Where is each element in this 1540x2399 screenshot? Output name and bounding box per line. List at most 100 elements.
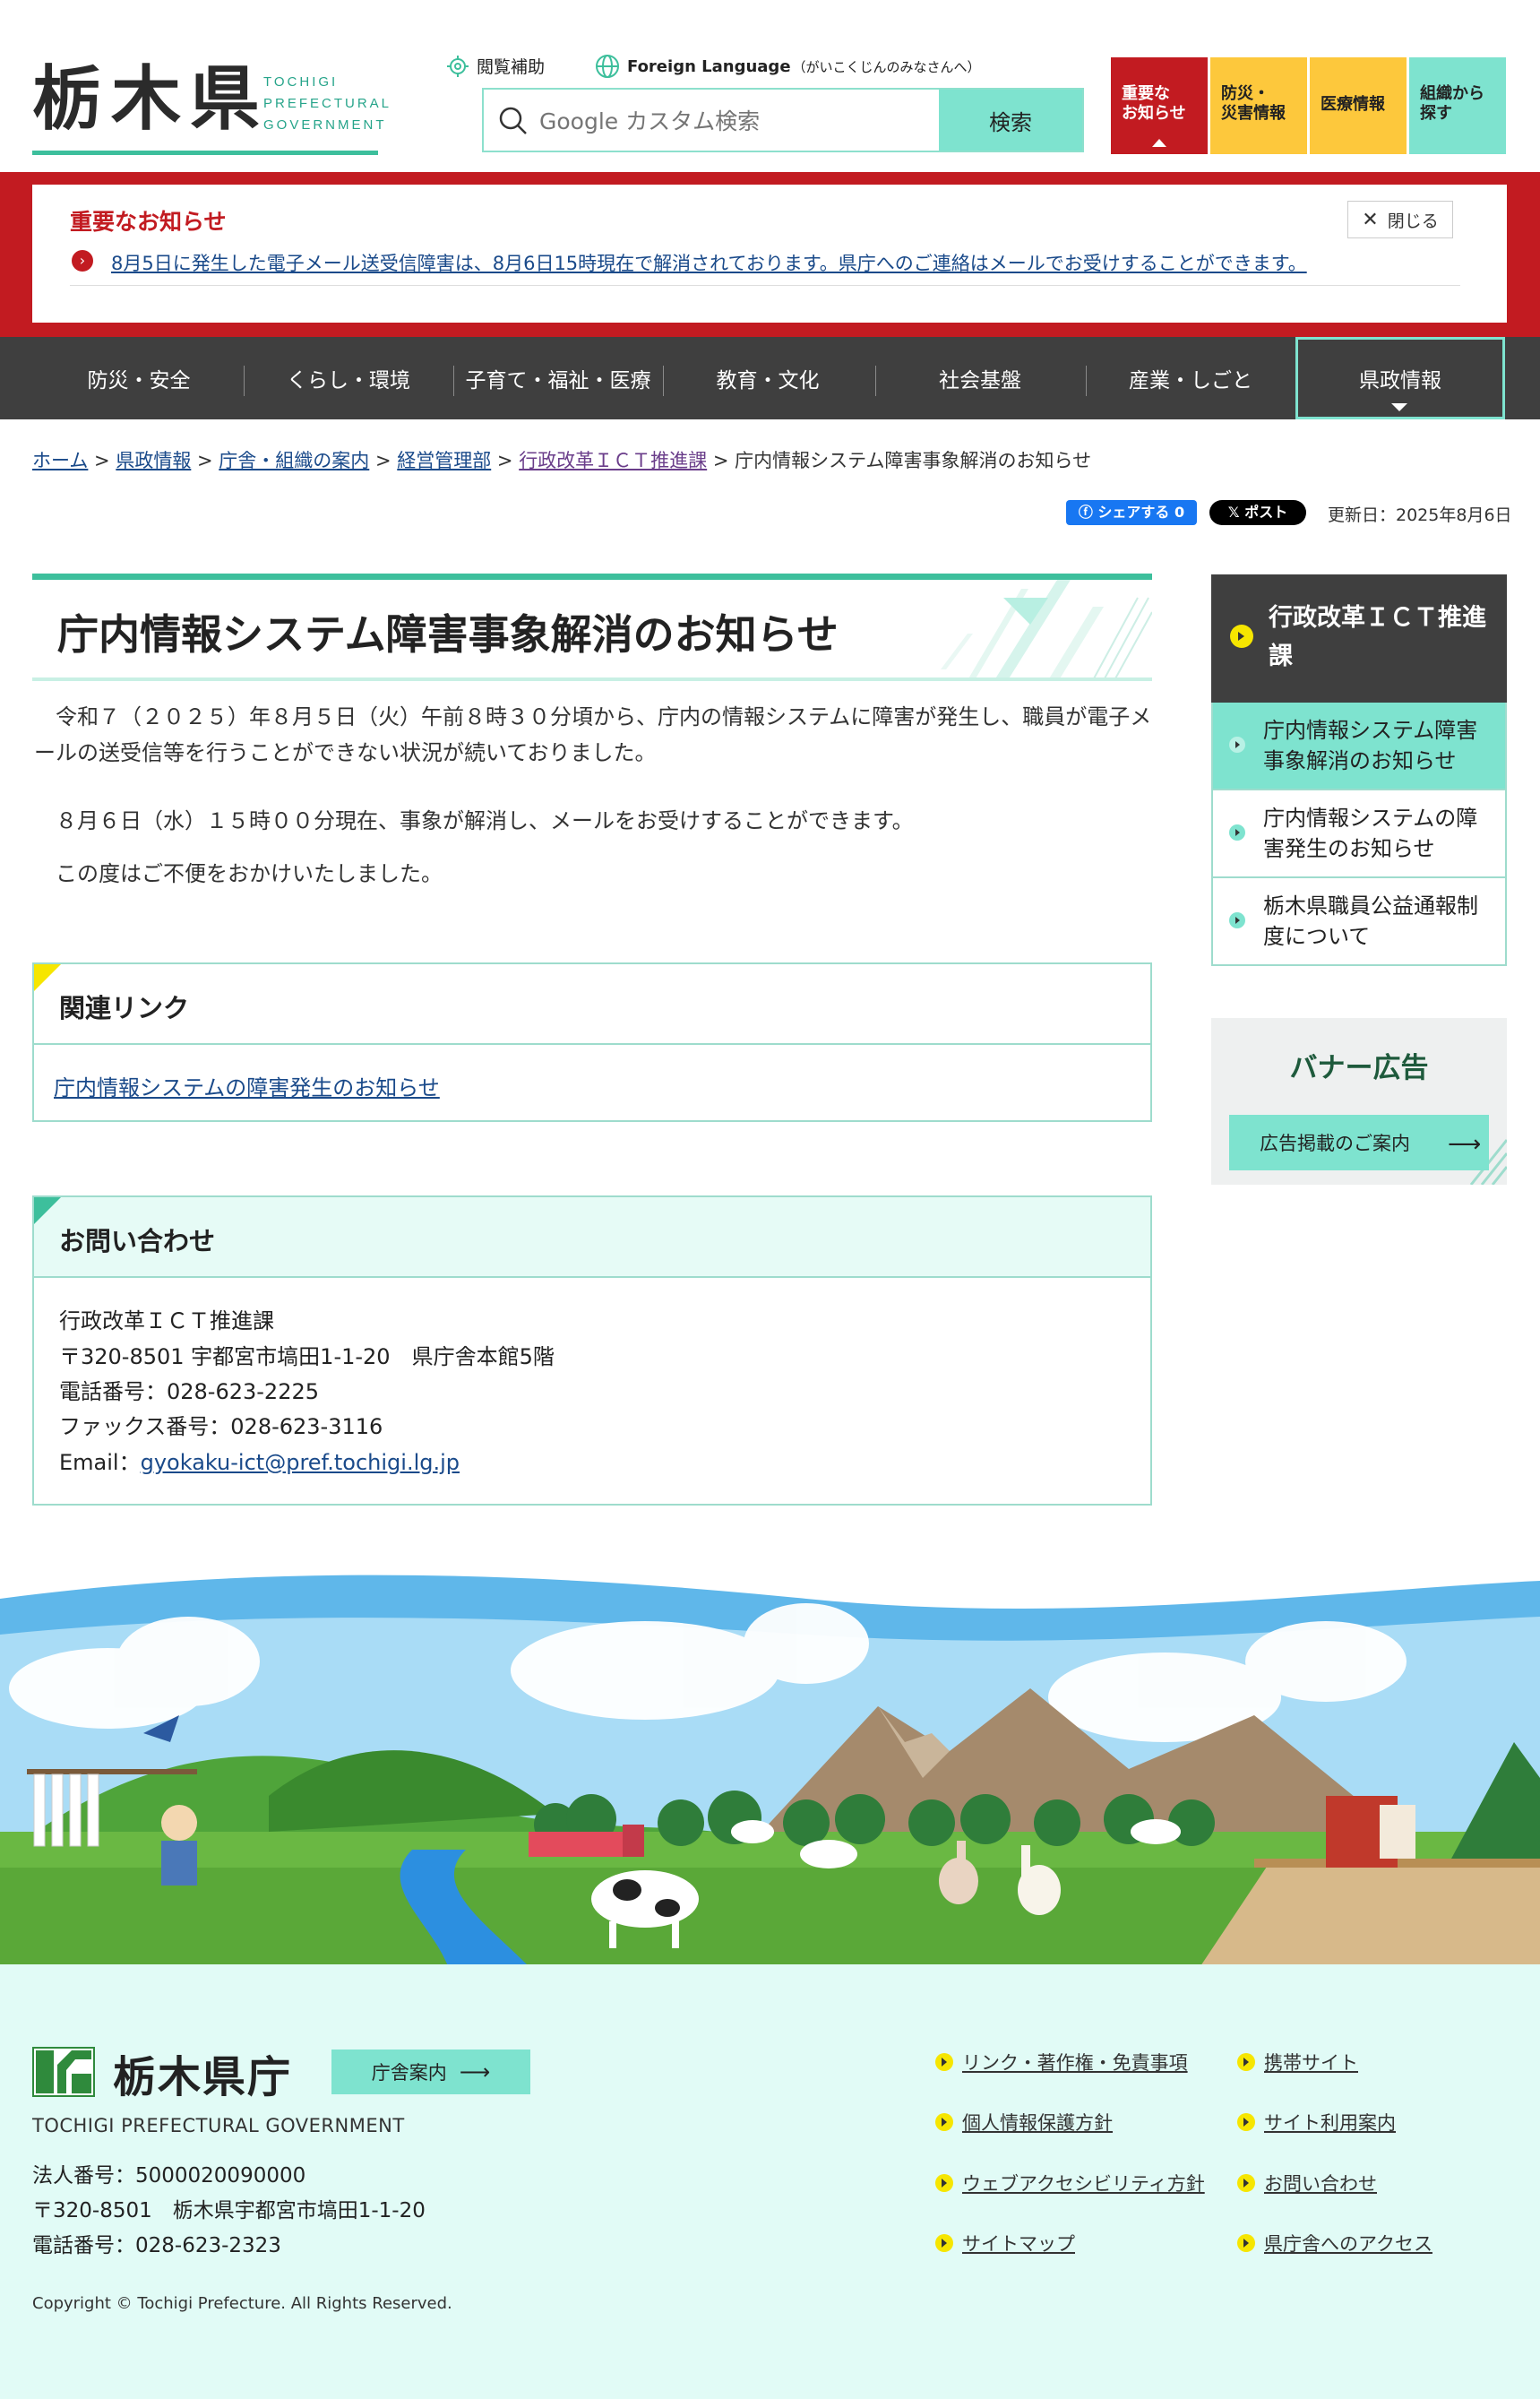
quick-link-disaster-info[interactable]: 防災・ 災害情報 — [1210, 57, 1307, 154]
notice-close-label: 閉じる — [1387, 211, 1439, 231]
x-post-button[interactable]: 𝕏 ポスト — [1209, 500, 1306, 525]
logo-en-line: TOCHIGI — [263, 74, 339, 90]
quick-link-label: お知らせ — [1122, 104, 1186, 123]
search-icon — [499, 107, 527, 134]
title-decoration — [941, 580, 1152, 680]
article-paragraph: この度はご不便をおかけいたしました。 — [34, 861, 443, 886]
breadcrumb-link[interactable]: 庁舎・組織の案内 — [219, 450, 369, 471]
facebook-icon: ⓕ — [1078, 504, 1098, 521]
contact-department: 行政改革ＩＣＴ推進課 — [59, 1308, 274, 1333]
search-button[interactable]: 検索 — [939, 90, 1082, 151]
sidebar-item-label: 庁内情報システム障害事象解消のお知らせ — [1263, 718, 1478, 773]
nav-item-living-environment[interactable]: くらし・環境 — [244, 337, 453, 419]
nav-item-industry-work[interactable]: 産業・しごと — [1086, 337, 1295, 419]
footer-link-label: リンク・著作権・免責事項 — [962, 2052, 1188, 2074]
contact-box: お問い合わせ 行政改革ＩＣＴ推進課 〒320-8501 宇都宮市塙田1-1-20… — [32, 1195, 1152, 1506]
quick-link-label: 重要な — [1122, 84, 1170, 103]
contact-header: お問い合わせ — [34, 1197, 1150, 1278]
sidebar-title[interactable]: 行政改革ＩＣＴ推進課 — [1269, 599, 1493, 676]
site-logo-text[interactable]: 栃木県 — [32, 59, 269, 140]
gear-icon — [447, 55, 469, 77]
contact-phone: 電話番号：028-623-2225 — [59, 1379, 320, 1404]
banner-ad-title: バナー広告 — [1289, 1052, 1429, 1084]
globe-icon — [596, 55, 619, 78]
footer-link-label: お問い合わせ — [1264, 2173, 1377, 2195]
arrow-right-icon — [935, 2174, 953, 2192]
tochigi-emblem-icon — [32, 2047, 95, 2097]
search-input[interactable] — [538, 91, 935, 151]
foreign-language-label: Foreign Language — [627, 56, 791, 76]
breadcrumb-link[interactable]: 行政改革ＩＣＴ推進課 — [519, 450, 707, 471]
building-guide-button[interactable]: 庁舎案内 ⟶ — [331, 2050, 530, 2094]
quick-link-label: 医療情報 — [1321, 95, 1385, 114]
footer-link-mobile-site[interactable]: 携帯サイト — [1237, 2049, 1358, 2075]
logo-en-line: GOVERNMENT — [263, 117, 387, 133]
x-post-label: ポスト — [1244, 504, 1288, 521]
footer-link-copyright-disclaimer[interactable]: リンク・著作権・免責事項 — [935, 2049, 1188, 2075]
footer-address: 〒320-8501 栃木県宇都宮市塙田1-1-20 — [32, 2199, 426, 2222]
contact-fax: ファックス番号：028-623-3116 — [59, 1414, 383, 1439]
breadcrumb-current: 庁内情報システム障害事象解消のお知らせ — [735, 450, 1092, 471]
footer-link-site-guide[interactable]: サイト利用案内 — [1237, 2109, 1396, 2136]
arrow-right-icon — [935, 2053, 953, 2071]
sidebar-item-current[interactable]: 庁内情報システム障害事象解消のお知らせ — [1211, 703, 1507, 790]
accessibility-link[interactable]: 閲覧補助 — [446, 54, 545, 78]
footer-link-label: サイト利用案内 — [1264, 2112, 1396, 2134]
breadcrumb-link[interactable]: ホーム — [32, 450, 88, 471]
article-paragraph: ８月６日（水）１５時００分現在、事象が解消し、メールをお受けすることができます。 — [34, 808, 914, 833]
footer-link-label: 携帯サイト — [1264, 2052, 1358, 2074]
nav-item-childcare-welfare-medical[interactable]: 子育て・福祉・医療 — [453, 337, 663, 419]
related-links-title: 関連リンク — [59, 993, 190, 1023]
breadcrumb-separator: > — [491, 450, 520, 471]
footer-link-accessibility-policy[interactable]: ウェブアクセシビリティ方針 — [935, 2170, 1205, 2196]
footer-link-label: 県庁舎へのアクセス — [1264, 2233, 1432, 2255]
caret-down-icon — [1391, 403, 1407, 411]
facebook-share-label: シェアする 0 — [1097, 504, 1185, 521]
notice-close-button[interactable]: ✕ 閉じる — [1347, 201, 1453, 238]
quick-link-label: 組織から — [1420, 84, 1484, 103]
logo-underline — [32, 151, 378, 155]
quick-link-medical-info[interactable]: 医療情報 — [1310, 57, 1407, 154]
quick-link-search-by-org[interactable]: 組織から 探す — [1409, 57, 1506, 154]
chevron-right-icon — [1229, 824, 1245, 841]
footer-link-sitemap[interactable]: サイトマップ — [935, 2230, 1075, 2257]
nav-item-disaster-safety[interactable]: 防災・安全 — [34, 337, 244, 419]
quick-link-important-notice[interactable]: 重要な お知らせ — [1111, 57, 1208, 154]
facebook-share-button[interactable]: ⓕ シェアする 0 — [1066, 500, 1197, 525]
sidebar-item-label: 庁内情報システムの障害発生のお知らせ — [1263, 806, 1478, 861]
nav-item-education-culture[interactable]: 教育・文化 — [663, 337, 873, 419]
chevron-right-icon: › — [72, 250, 93, 272]
footer-link-label: ウェブアクセシビリティ方針 — [962, 2173, 1205, 2195]
footer-link-label: サイトマップ — [962, 2233, 1075, 2255]
related-link[interactable]: 庁内情報システムの障害発生のお知らせ — [54, 1070, 440, 1101]
important-notice-link[interactable]: 8月5日に発生した電子メール送受信障害は、8月6日15時現在で解消されております… — [111, 249, 1307, 276]
ad-info-label: 広告掲載のご案内 — [1260, 1133, 1410, 1154]
footer-link-contact[interactable]: お問い合わせ — [1237, 2170, 1377, 2196]
sidebar-item[interactable]: 庁内情報システムの障害発生のお知らせ — [1211, 790, 1507, 878]
sidebar-item[interactable]: 栃木県職員公益通報制度について — [1211, 878, 1507, 966]
article-paragraph: 令和７（２０２５）年８月５日（火）午前８時３０分頃から、庁内の情報システムに障害… — [34, 704, 1152, 765]
arrow-right-icon — [1237, 2234, 1255, 2252]
contact-email-link[interactable]: gyokaku-ict@pref.tochigi.lg.jp — [141, 1450, 460, 1475]
foreign-language-link[interactable]: Foreign Language （がいこくじんのみなさんへ） — [595, 54, 981, 79]
close-icon: ✕ — [1362, 208, 1379, 231]
arrow-right-icon — [935, 2234, 953, 2252]
breadcrumb-link[interactable]: 経営管理部 — [397, 450, 491, 471]
arrow-right-icon: ⟶ — [1448, 1131, 1482, 1158]
breadcrumb-link[interactable]: 県政情報 — [116, 450, 191, 471]
contact-title: お問い合わせ — [59, 1226, 216, 1256]
footer-link-privacy-policy[interactable]: 個人情報保護方針 — [935, 2109, 1113, 2136]
corner-marker — [34, 1197, 61, 1224]
important-notice-title: 重要なお知らせ — [70, 209, 227, 235]
contact-email-label: Email： — [59, 1450, 141, 1475]
accessibility-label: 閲覧補助 — [477, 57, 546, 77]
quick-link-label: 災害情報 — [1221, 104, 1286, 123]
foreign-language-sub: （がいこくじんのみなさんへ） — [792, 58, 981, 75]
footer-site-name: 栃木県庁 — [113, 2052, 293, 2102]
nav-item-infrastructure[interactable]: 社会基盤 — [875, 337, 1085, 419]
sidebar-item-label: 栃木県職員公益通報制度について — [1263, 893, 1478, 949]
quick-link-label: 探す — [1420, 104, 1452, 123]
contact-address: 〒320-8501 宇都宮市塙田1-1-20 県庁舎本館5階 — [59, 1344, 555, 1369]
footer-link-access[interactable]: 県庁舎へのアクセス — [1237, 2230, 1432, 2257]
contact-email-row: Email：gyokaku-ict@pref.tochigi.lg.jp — [59, 1445, 460, 1476]
